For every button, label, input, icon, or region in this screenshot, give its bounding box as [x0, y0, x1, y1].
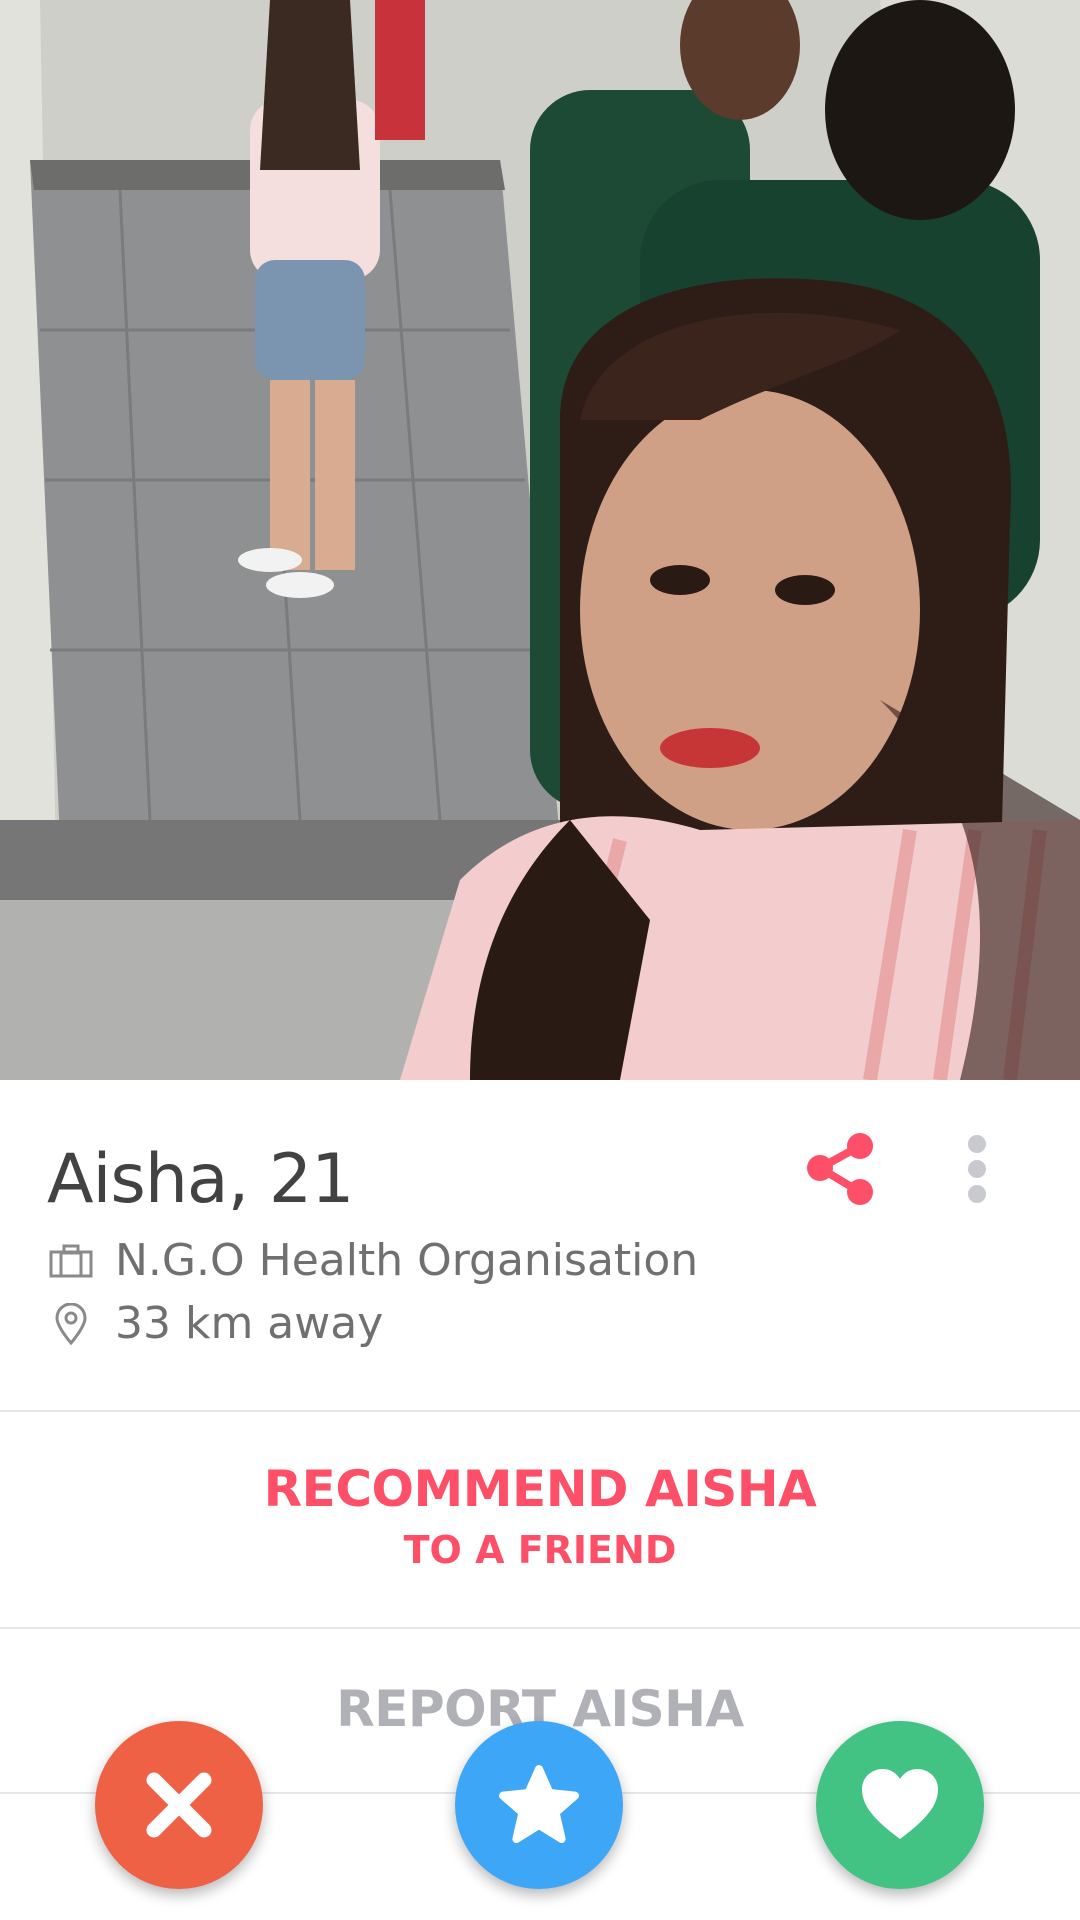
share-icon — [807, 1133, 873, 1205]
location-pin-icon — [47, 1300, 95, 1348]
more-options-button[interactable] — [955, 1130, 999, 1210]
more-vertical-icon — [968, 1135, 986, 1203]
recommend-button[interactable]: RECOMMEND AISHA TO A FRIEND — [0, 1460, 1080, 1572]
recommend-subtitle: TO A FRIEND — [403, 1528, 677, 1572]
like-button[interactable] — [816, 1721, 984, 1889]
job-label: N.G.O Health Organisation — [115, 1235, 699, 1286]
profile-name-age: Aisha, 21 — [47, 1140, 354, 1219]
briefcase-icon — [47, 1237, 95, 1285]
job-row: N.G.O Health Organisation — [47, 1235, 698, 1286]
share-button[interactable] — [800, 1130, 880, 1210]
profile-photo[interactable] — [0, 0, 1080, 1080]
divider — [0, 1627, 1080, 1629]
heart-icon — [862, 1769, 938, 1839]
star-icon — [499, 1765, 579, 1843]
close-icon — [146, 1772, 212, 1838]
recommend-title: RECOMMEND AISHA — [263, 1460, 817, 1518]
nope-button[interactable] — [95, 1721, 263, 1889]
distance-row: 33 km away — [47, 1298, 383, 1349]
super-like-button[interactable] — [455, 1721, 623, 1889]
divider — [0, 1410, 1080, 1412]
distance-label: 33 km away — [115, 1298, 384, 1349]
